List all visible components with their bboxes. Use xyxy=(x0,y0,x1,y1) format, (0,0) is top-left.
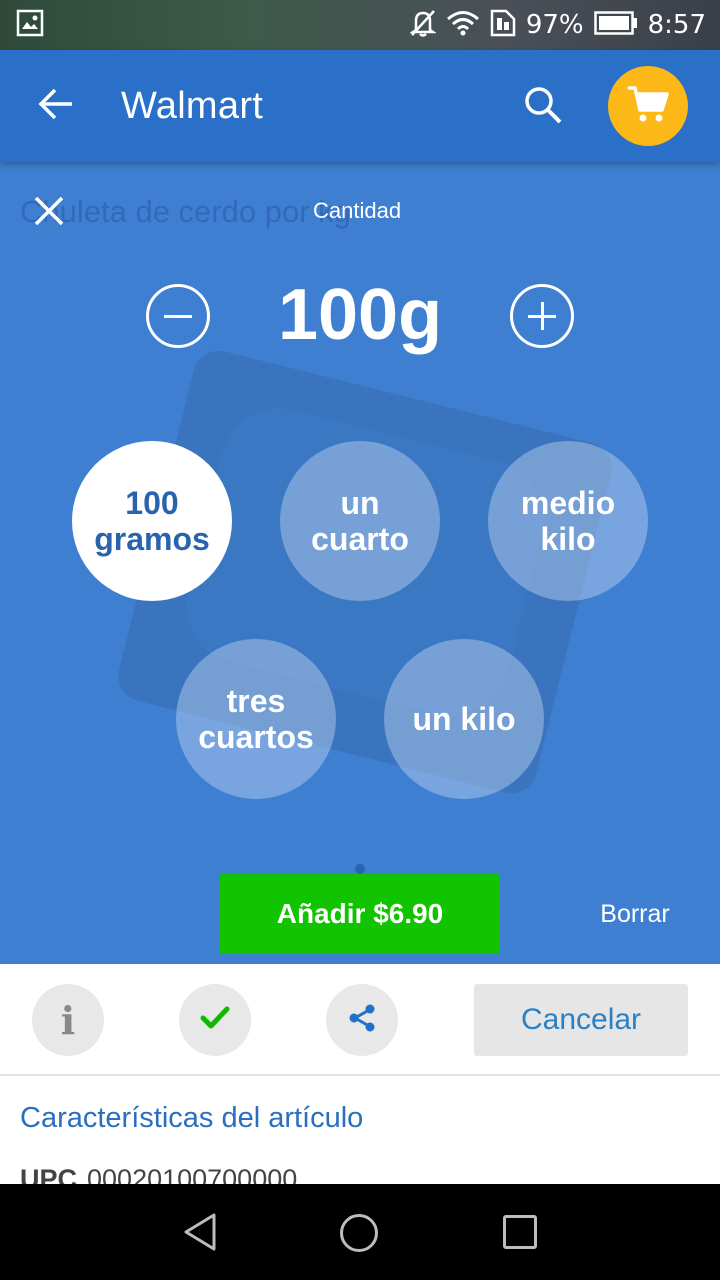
quantity-label: Cantidad xyxy=(313,198,402,223)
nav-back-icon[interactable] xyxy=(182,1212,218,1257)
back-button[interactable] xyxy=(30,80,82,132)
cart-icon xyxy=(626,84,670,129)
decrease-quantity-button[interactable] xyxy=(146,284,210,348)
details-title: Características del artículo xyxy=(20,1102,364,1134)
clear-button[interactable]: Borrar xyxy=(590,900,680,929)
app-bar: Walmart xyxy=(0,50,720,162)
preset-100-gramos[interactable]: 100 gramos xyxy=(72,441,232,601)
upc-value: 00020100700000 xyxy=(87,1164,298,1184)
close-button[interactable] xyxy=(26,190,72,236)
preset-tres-cuartos[interactable]: tres cuartos xyxy=(176,639,336,799)
mute-icon xyxy=(408,8,437,43)
sim-icon xyxy=(490,9,516,42)
item-details: Características del artículo UPC 00020100… xyxy=(0,1078,720,1184)
preset-medio-kilo[interactable]: medio kilo xyxy=(488,441,648,601)
system-nav-bar xyxy=(0,1184,720,1280)
cancel-button[interactable]: Cancelar xyxy=(474,984,688,1056)
status-bar: 97% 8:57 xyxy=(0,0,720,50)
cart-button[interactable] xyxy=(608,66,688,146)
app-title: Walmart xyxy=(121,85,264,127)
nav-home-icon[interactable] xyxy=(340,1214,378,1252)
battery-icon xyxy=(593,10,638,40)
clock: 8:57 xyxy=(647,10,706,40)
preset-un-kilo[interactable]: un kilo xyxy=(384,639,544,799)
quantity-overlay: Chuleta de cerdo por kg Cantidad 100g 10… xyxy=(0,162,720,964)
quantity-value: 100g xyxy=(277,275,443,355)
gallery-icon xyxy=(16,9,44,42)
page-indicator xyxy=(355,864,365,874)
wifi-icon xyxy=(446,10,480,41)
increase-quantity-button[interactable] xyxy=(510,284,574,348)
search-button[interactable] xyxy=(516,80,570,134)
action-row: i Cancelar xyxy=(0,964,720,1076)
battery-percent: 97% xyxy=(525,10,584,40)
upc-row: UPC 00020100700000 xyxy=(20,1164,297,1184)
share-button[interactable] xyxy=(326,984,398,1056)
check-button[interactable] xyxy=(179,984,251,1056)
back-arrow-icon xyxy=(38,88,74,125)
add-to-cart-button[interactable]: Añadir $6.90 xyxy=(220,874,500,954)
nav-recents-icon[interactable] xyxy=(503,1215,537,1249)
share-icon xyxy=(347,1003,377,1038)
search-icon xyxy=(523,85,563,130)
close-icon xyxy=(33,195,65,232)
preset-un-cuarto[interactable]: un cuarto xyxy=(280,441,440,601)
info-button[interactable]: i xyxy=(32,984,104,1056)
info-icon: i xyxy=(60,997,76,1043)
check-icon xyxy=(200,1006,230,1035)
upc-label: UPC xyxy=(20,1164,78,1184)
